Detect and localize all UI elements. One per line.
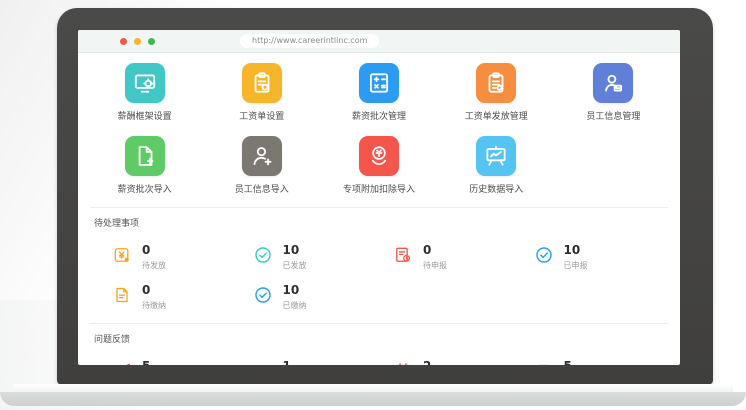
app-tile-payslip-distribution[interactable]: 工资单发放管理 xyxy=(438,59,555,122)
paper-plane-icon xyxy=(112,361,132,365)
stat-payout-info-needed[interactable]: 5 薪资发放待补充信息 xyxy=(112,360,253,365)
maximize-dot-icon[interactable] xyxy=(148,38,155,45)
laptop-frame: http://www.careerintlinc.com 薪酬框架设置 xyxy=(57,8,713,385)
app-tile-employee-import[interactable]: 员工信息导入 xyxy=(203,132,320,195)
calculator-icon xyxy=(359,63,399,103)
pending-stats: 0 待发放 10 已发放 xyxy=(84,231,674,311)
app-tile-payslip-settings[interactable]: 工资单设置 xyxy=(203,59,320,122)
stat-paid[interactable]: 10 已缴纳 xyxy=(253,284,394,311)
stat-count: 2 xyxy=(423,360,455,365)
check-circle-icon xyxy=(534,245,554,265)
stat-count: 0 xyxy=(423,244,447,257)
app-tile-tax-deduction-import[interactable]: 专项附加扣除导入 xyxy=(320,132,437,195)
person-plus-icon xyxy=(242,136,282,176)
wallet-icon xyxy=(534,361,554,365)
clipboard-list-icon xyxy=(476,63,516,103)
app-grid: 薪酬框架设置 工资单设置 xyxy=(86,59,672,195)
stat-awaiting-declaration[interactable]: 0 待申报 xyxy=(393,244,534,271)
feedback-section-title: 问题反馈 xyxy=(94,332,674,345)
stat-label: 已缴纳 xyxy=(283,300,307,311)
yuan-receipt-icon xyxy=(112,245,132,265)
stat-count: 1 xyxy=(283,360,355,365)
stat-label: 待申报 xyxy=(423,260,447,271)
section-divider xyxy=(90,207,668,208)
app-tile-label: 薪酬框架设置 xyxy=(118,109,172,122)
app-tile-label: 员工信息管理 xyxy=(586,109,640,122)
stat-paid-out[interactable]: 10 已发放 xyxy=(253,244,394,271)
app-tile-label: 历史数据导入 xyxy=(469,182,523,195)
calendar-x-icon xyxy=(393,361,413,365)
section-divider xyxy=(90,323,668,324)
address-bar[interactable]: http://www.careerintlinc.com xyxy=(240,34,379,48)
check-circle-icon xyxy=(253,285,273,305)
stat-count: 10 xyxy=(283,284,307,297)
app-tile-batch-import[interactable]: 薪资批次导入 xyxy=(86,132,203,195)
pending-section-title: 待处理事项 xyxy=(94,216,674,229)
stat-label: 已发放 xyxy=(283,260,307,271)
stat-count: 10 xyxy=(564,244,588,257)
browser-titlebar: http://www.careerintlinc.com xyxy=(78,30,680,53)
stat-label: 待缴纳 xyxy=(142,300,166,311)
app-tile-history-import[interactable]: 历史数据导入 xyxy=(438,132,555,195)
document-icon xyxy=(112,285,132,305)
app-tile-label: 薪资批次管理 xyxy=(352,109,406,122)
app-tile-batch-management[interactable]: 薪资批次管理 xyxy=(320,59,437,122)
app-tile-label: 薪资批次导入 xyxy=(118,182,172,195)
laptop-base xyxy=(0,392,746,406)
app-tile-label: 专项附加扣除导入 xyxy=(343,182,415,195)
stat-declared[interactable]: 10 已申报 xyxy=(534,244,675,271)
browser-window: http://www.careerintlinc.com 薪酬框架设置 xyxy=(78,30,680,365)
stat-declaration-failed[interactable]: 2 申报失败 xyxy=(393,360,534,365)
check-circle-icon xyxy=(253,245,273,265)
monitor-gear-icon xyxy=(125,63,165,103)
feedback-stats: 5 薪资发放待补充信息 1 个税申报待补充信息 xyxy=(84,347,674,365)
stat-awaiting-payout[interactable]: 0 待发放 xyxy=(112,244,253,271)
person-card-icon xyxy=(593,63,633,103)
tax-hand-icon xyxy=(359,136,399,176)
document-clock-icon xyxy=(393,245,413,265)
app-tile-label: 工资单发放管理 xyxy=(465,109,528,122)
app-tile-salary-framework[interactable]: 薪酬框架设置 xyxy=(86,59,203,122)
people-icon xyxy=(253,361,273,365)
stat-tax-info-needed[interactable]: 1 个税申报待补充信息 xyxy=(253,360,394,365)
stat-count: 0 xyxy=(142,284,166,297)
stat-label: 已申报 xyxy=(564,260,588,271)
stat-count: 5 xyxy=(564,360,596,365)
chart-board-icon xyxy=(476,136,516,176)
close-dot-icon[interactable] xyxy=(120,38,127,45)
document-plus-icon xyxy=(125,136,165,176)
minimize-dot-icon[interactable] xyxy=(134,38,141,45)
stat-count: 0 xyxy=(142,244,166,257)
stat-awaiting-payment[interactable]: 0 待缴纳 xyxy=(112,284,253,311)
app-tile-label: 员工信息导入 xyxy=(235,182,289,195)
stat-payment-failed[interactable]: 5 缴纳失败 xyxy=(534,360,675,365)
stat-count: 10 xyxy=(283,244,307,257)
dashboard-content: 薪酬框架设置 工资单设置 xyxy=(78,53,680,365)
app-tile-employee-info[interactable]: 员工信息管理 xyxy=(555,59,672,122)
stat-count: 5 xyxy=(142,360,214,365)
app-tile-label: 工资单设置 xyxy=(239,109,284,122)
stat-label: 待发放 xyxy=(142,260,166,271)
clipboard-gear-icon xyxy=(242,63,282,103)
